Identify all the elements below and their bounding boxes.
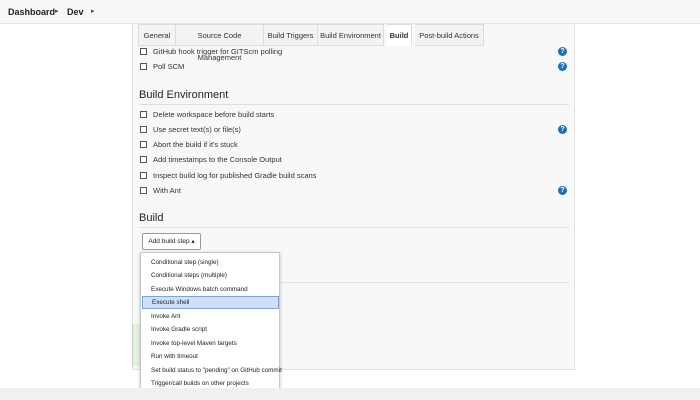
- breadcrumb-separator-icon: ▸: [55, 8, 59, 15]
- checkbox-icon[interactable]: [140, 141, 147, 148]
- env-option-label: With Ant: [153, 186, 181, 195]
- menu-item-invoke-gradle[interactable]: Invoke Gradle script: [142, 323, 279, 336]
- env-option-label: Inspect build log for published Gradle b…: [153, 171, 317, 180]
- section-divider: [139, 104, 569, 105]
- env-option-label: Add timestamps to the Console Output: [153, 155, 282, 164]
- menu-item-conditional-step-single[interactable]: Conditional step (single): [142, 256, 279, 269]
- footer-bar: [0, 388, 700, 400]
- question-mark-icon[interactable]: ?: [558, 62, 567, 71]
- breadcrumb-dashboard[interactable]: Dashboard: [8, 6, 55, 18]
- breadcrumb-separator-icon: ▸: [91, 8, 95, 15]
- checkbox-icon[interactable]: [140, 111, 147, 118]
- menu-item-execute-shell[interactable]: Execute shell: [142, 296, 279, 309]
- trigger-option-label: Poll SCM: [153, 62, 185, 71]
- checkbox-icon[interactable]: [140, 126, 147, 133]
- env-option-label: Delete workspace before build starts: [153, 110, 275, 119]
- tab-build[interactable]: Build: [387, 24, 412, 46]
- breadcrumb-bar: Dashboard ▸ Dev ▸: [0, 0, 700, 24]
- tab-source-code-management[interactable]: Source Code Management: [176, 24, 264, 62]
- trigger-option-label: GitHub hook trigger for GITScm polling: [153, 47, 283, 56]
- menu-item-conditional-steps-multiple[interactable]: Conditional steps (multiple): [142, 269, 279, 282]
- menu-item-invoke-ant[interactable]: Invoke Ant: [142, 310, 279, 323]
- add-build-step-button[interactable]: Add build step ▴: [142, 233, 201, 250]
- menu-item-set-build-status[interactable]: Set build status to "pending" on GitHub …: [142, 364, 282, 377]
- question-mark-icon[interactable]: ?: [558, 47, 567, 56]
- build-environment-title: Build Environment: [139, 89, 229, 101]
- question-mark-icon[interactable]: ?: [558, 186, 567, 195]
- tab-build-triggers[interactable]: Build Triggers: [264, 24, 318, 46]
- checkbox-icon[interactable]: [140, 187, 147, 194]
- breadcrumb-dev[interactable]: Dev: [67, 6, 84, 18]
- build-title: Build: [139, 212, 164, 224]
- env-option-label: Use secret text(s) or file(s): [153, 125, 241, 134]
- checkbox-icon[interactable]: [140, 48, 147, 55]
- tab-build-environment[interactable]: Build Environment: [318, 24, 384, 46]
- checkbox-icon[interactable]: [140, 156, 147, 163]
- section-divider: [281, 282, 569, 283]
- checkbox-icon[interactable]: [140, 172, 147, 179]
- checkbox-icon[interactable]: [140, 63, 147, 70]
- post-build-area: [132, 324, 140, 366]
- section-divider: [139, 227, 569, 228]
- question-mark-icon[interactable]: ?: [558, 125, 567, 134]
- env-option-label: Abort the build if it's stuck: [153, 140, 238, 149]
- menu-item-invoke-maven[interactable]: Invoke top-level Maven targets: [142, 337, 279, 350]
- menu-item-execute-windows-batch[interactable]: Execute Windows batch command: [142, 283, 279, 296]
- build-step-menu: Conditional step (single) Conditional st…: [140, 252, 282, 391]
- menu-item-run-with-timeout[interactable]: Run with timeout: [142, 350, 279, 363]
- tab-post-build-actions[interactable]: Post-build Actions: [415, 24, 484, 46]
- tab-general[interactable]: General: [138, 24, 176, 46]
